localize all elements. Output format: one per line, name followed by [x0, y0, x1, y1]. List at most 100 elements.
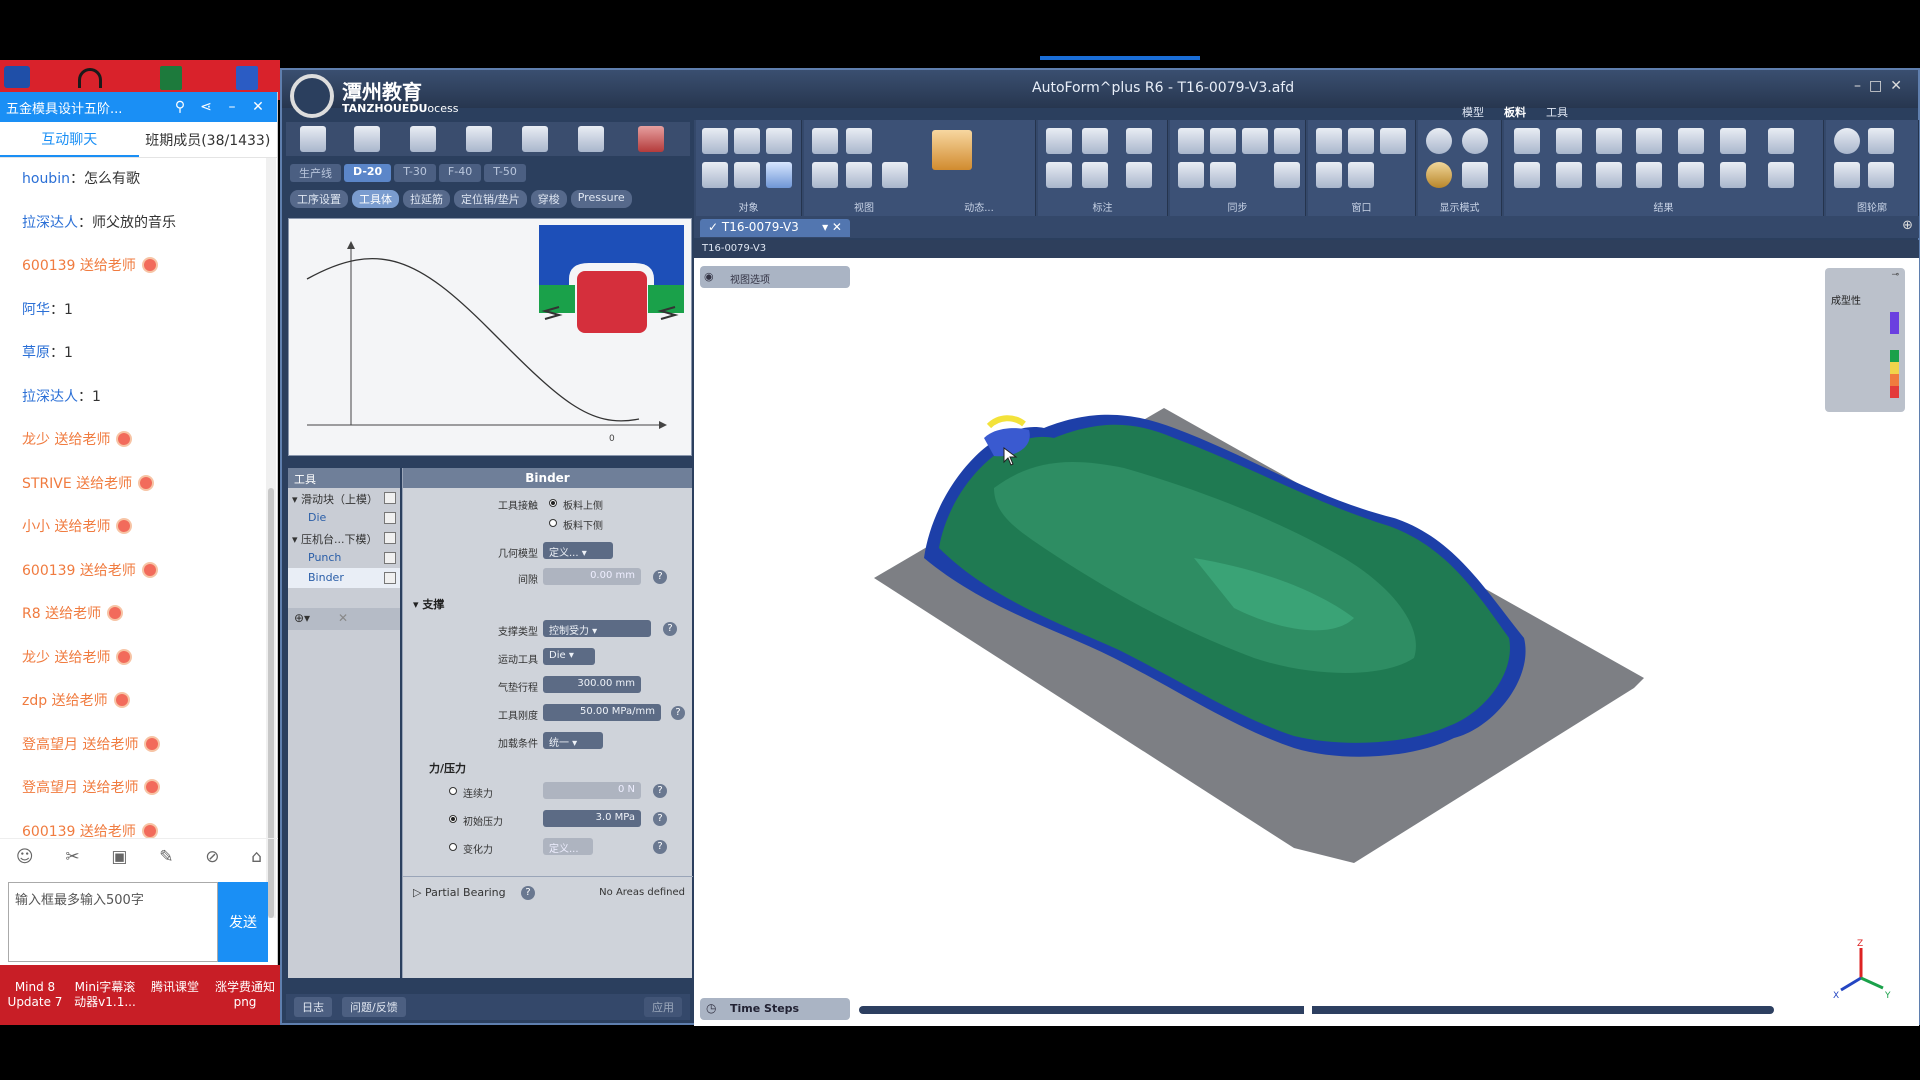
edit-icon[interactable]: ✎ [159, 847, 173, 867]
shape-icon[interactable] [734, 128, 760, 154]
const-force-input[interactable]: 0 N [543, 782, 641, 799]
step-tab-d20[interactable]: D-20 [344, 164, 392, 182]
weight-icon[interactable] [1596, 162, 1622, 188]
arrow-icon[interactable] [1720, 128, 1746, 154]
window-single-icon[interactable] [1316, 128, 1342, 154]
tool-visibility-checkbox[interactable] [384, 512, 396, 524]
contact-below-radio[interactable] [549, 519, 557, 527]
window-grid-icon[interactable] [1348, 162, 1374, 188]
cube-icon[interactable] [702, 128, 728, 154]
axis-icon[interactable] [812, 128, 838, 154]
cushion-stroke-input[interactable]: 300.00 mm [543, 676, 641, 693]
mail-icon[interactable] [1636, 128, 1662, 154]
share-icon[interactable]: ⋖ [193, 99, 219, 115]
list-icon[interactable] [1242, 128, 1268, 154]
notes-icon[interactable] [1210, 128, 1236, 154]
chat-input[interactable]: 输入框最多输入500字 [8, 882, 218, 962]
step-tab-line[interactable]: 生产线 [290, 164, 341, 182]
camera-icon[interactable] [882, 162, 908, 188]
wireframe-icon[interactable] [1462, 128, 1488, 154]
send-button[interactable]: 发送 [218, 882, 268, 962]
clock-icon[interactable] [1178, 162, 1204, 188]
transparent-icon[interactable] [1462, 162, 1488, 188]
close-icon[interactable]: ✕ [245, 99, 271, 115]
curve-icon[interactable] [1768, 128, 1794, 154]
sub-tab-drawbeads[interactable]: 拉延筋 [403, 190, 450, 208]
step-tab-t50[interactable]: T-50 [484, 164, 526, 182]
tool-item-upper[interactable]: ▾ 滑动块（上模） [288, 488, 400, 508]
circle-icon[interactable] [1834, 128, 1860, 154]
var-force-radio[interactable] [449, 843, 457, 851]
tab-members[interactable]: 班期成员(38/1433) [139, 122, 278, 157]
emoji-icon[interactable]: ☺ [16, 847, 34, 867]
legend-pin-icon[interactable]: ⊸ [1891, 270, 1899, 280]
run-icon[interactable] [638, 126, 664, 152]
ellipse-icon[interactable] [1556, 162, 1582, 188]
block-icon[interactable]: ⊘ [205, 847, 219, 867]
window-controls[interactable]: –□✕ [1854, 78, 1910, 94]
plane-icon[interactable] [702, 162, 728, 188]
result-shape-icon[interactable] [1514, 128, 1540, 154]
fit-icon[interactable] [846, 128, 872, 154]
close-tab-icon[interactable]: ▾ ✕ [822, 220, 842, 234]
window-rows-icon[interactable] [1316, 162, 1342, 188]
shortcut-label[interactable]: Mini字幕滚 动器v1.1... [70, 980, 140, 1025]
time-slider-knob[interactable] [1304, 1004, 1312, 1016]
annotate-icon[interactable] [1126, 162, 1152, 188]
load-condition-select[interactable]: 统一 ▾ [543, 732, 603, 749]
layers-icon[interactable] [1678, 128, 1704, 154]
tool-stiffness-input[interactable]: 50.00 MPa/mm [543, 704, 661, 721]
plane2-icon[interactable] [734, 162, 760, 188]
label-icon[interactable] [1046, 162, 1072, 188]
help-icon[interactable]: ? [653, 840, 667, 854]
shortcut-label[interactable]: 腾讯课堂 [140, 980, 210, 1025]
apply-button[interactable]: 应用 [644, 997, 682, 1017]
var-force-button[interactable]: 定义... [543, 838, 593, 855]
contact-above-radio[interactable] [549, 499, 557, 507]
chain-icon[interactable] [1274, 162, 1300, 188]
add-tool-icon[interactable]: ⊕▾ [294, 611, 310, 625]
rotate-icon[interactable] [812, 162, 838, 188]
sync-icon[interactable] [1178, 128, 1204, 154]
const-force-radio[interactable] [449, 787, 457, 795]
brush-icon[interactable] [1636, 162, 1662, 188]
time-step-slider[interactable] [859, 1004, 1774, 1016]
partial-bearing-row[interactable]: ▷ Partial Bearing ? No Areas defined [403, 882, 693, 904]
process-icon[interactable] [354, 126, 380, 152]
window-cascade-icon[interactable] [1380, 128, 1406, 154]
tab-chat[interactable]: 互动聊天 [0, 122, 139, 157]
pin-icon[interactable]: ⚲ [167, 99, 193, 115]
help-icon[interactable]: ? [653, 784, 667, 798]
gap-input[interactable]: 0.00 mm [543, 568, 641, 585]
value-icon[interactable] [1082, 162, 1108, 188]
plane3-icon[interactable] [766, 162, 792, 188]
monitor-icon[interactable] [578, 126, 604, 152]
shaded-icon[interactable] [1426, 128, 1452, 154]
measure-icon[interactable] [1082, 128, 1108, 154]
gift-icon[interactable]: ⌂ [251, 847, 262, 867]
open-icon[interactable] [300, 126, 326, 152]
tool-item-lower[interactable]: ▾ 压机台...下模） [288, 528, 400, 548]
issues-button[interactable]: 问题/反馈 [342, 997, 406, 1017]
zoom-icon[interactable] [846, 162, 872, 188]
document-tab[interactable]: ✓ T16-0079-V3 ▾ ✕ [700, 219, 850, 237]
tool-icon[interactable] [410, 126, 436, 152]
help-icon[interactable]: ? [521, 886, 535, 900]
clock-icon[interactable]: ◷ [706, 1001, 716, 1015]
shortcut-label[interactable]: Mind 8 Update 7 [0, 980, 70, 1025]
fill-icon[interactable] [1720, 162, 1746, 188]
section-icon[interactable] [1126, 128, 1152, 154]
step-tab-t30[interactable]: T-30 [394, 164, 436, 182]
wave-icon[interactable] [1678, 162, 1704, 188]
up-arrow-icon[interactable] [1868, 128, 1894, 154]
tool-visibility-checkbox[interactable] [384, 532, 396, 544]
init-pressure-input[interactable]: 3.0 MPa [543, 810, 641, 827]
support-type-select[interactable]: 控制受力 ▾ [543, 620, 651, 637]
delete-tool-icon[interactable]: ✕ [338, 611, 348, 625]
tool-visibility-checkbox[interactable] [384, 492, 396, 504]
plus-icon[interactable] [1514, 162, 1540, 188]
headset-icon[interactable] [78, 68, 102, 88]
link-icon[interactable] [1274, 128, 1300, 154]
outline-icon[interactable] [1834, 162, 1860, 188]
die-icon[interactable] [522, 126, 548, 152]
